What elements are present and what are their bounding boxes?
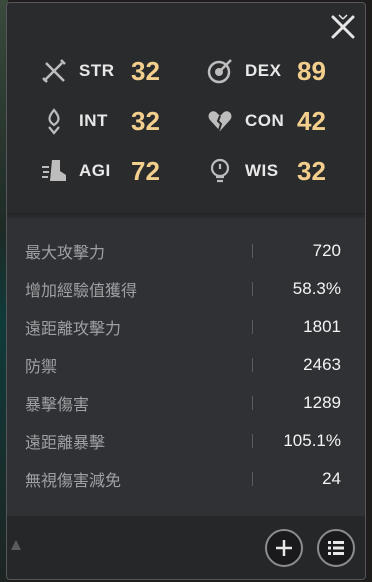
stat-label: 暴擊傷害 <box>25 395 90 414</box>
attribute-value: 32 <box>131 105 160 136</box>
panel-footer <box>7 516 365 579</box>
boot-icon <box>37 154 71 188</box>
attribute-str[interactable]: STR 32 <box>37 49 197 93</box>
stat-value: 24 <box>322 469 341 488</box>
list-icon <box>328 541 344 555</box>
attribute-label: STR <box>79 61 115 80</box>
stat-label: 遠距離暴擊 <box>25 433 106 452</box>
stat-row: 遠距離暴擊 105.1% <box>7 422 365 460</box>
stat-label: 防禦 <box>25 357 58 376</box>
stat-row: 暴擊傷害 1289 <box>7 384 365 422</box>
attribute-value: 89 <box>297 55 326 86</box>
stat-separator <box>252 434 253 448</box>
stat-separator <box>252 320 253 334</box>
stat-value: 720 <box>312 241 341 260</box>
stat-row: 遠距離攻擊力 1801 <box>7 308 365 346</box>
stat-label: 無視傷害減免 <box>25 471 122 490</box>
attribute-value: 72 <box>131 155 160 186</box>
stat-row: 無視傷害減免 24 <box>7 460 365 498</box>
attribute-agi[interactable]: AGI 72 <box>37 149 197 193</box>
attribute-con[interactable]: CON 42 <box>203 99 363 143</box>
attribute-label: DEX <box>245 61 282 80</box>
close-icon <box>331 14 355 39</box>
stat-row: 防禦 2463 <box>7 346 365 384</box>
stat-value: 2463 <box>303 355 341 374</box>
stat-separator <box>252 282 253 296</box>
attribute-label: CON <box>245 111 285 130</box>
attribute-label: INT <box>79 111 108 130</box>
stat-label: 遠距離攻擊力 <box>25 319 122 338</box>
attribute-wis[interactable]: WIS 32 <box>203 149 363 193</box>
stat-row: 增加經驗值獲得 58.3% <box>7 270 365 308</box>
sword-icon <box>37 54 71 88</box>
attribute-grid: STR 32 DEX 89 INT 32 CON 42 AGI 72 WIS 3… <box>7 43 365 203</box>
faded-icon <box>11 540 21 550</box>
list-button[interactable] <box>317 529 355 567</box>
stat-separator <box>252 396 253 410</box>
bulb-icon <box>203 154 237 188</box>
target-icon <box>203 54 237 88</box>
flame-icon <box>37 104 71 138</box>
stats-list: 最大攻擊力 720 增加經驗值獲得 58.3% 遠距離攻擊力 1801 防禦 2… <box>7 218 365 516</box>
attribute-value: 32 <box>297 155 326 186</box>
attribute-label: WIS <box>245 161 279 180</box>
stat-separator <box>252 244 253 258</box>
attribute-value: 32 <box>131 55 160 86</box>
add-button[interactable] <box>265 529 303 567</box>
stat-row: 最大攻擊力 720 <box>7 232 365 270</box>
stat-value: 1289 <box>303 393 341 412</box>
attribute-value: 42 <box>297 105 326 136</box>
stat-label: 最大攻擊力 <box>25 243 106 262</box>
stat-separator <box>252 358 253 372</box>
stat-value: 105.1% <box>283 431 341 450</box>
attribute-int[interactable]: INT 32 <box>37 99 197 143</box>
stat-value: 58.3% <box>292 279 341 298</box>
stat-value: 1801 <box>303 317 341 336</box>
attribute-dex[interactable]: DEX 89 <box>203 49 363 93</box>
stat-separator <box>252 472 253 486</box>
stats-panel: STR 32 DEX 89 INT 32 CON 42 AGI 72 WIS 3… <box>6 2 366 580</box>
heart-icon <box>203 104 237 138</box>
attribute-label: AGI <box>79 161 111 180</box>
stat-label: 增加經驗值獲得 <box>25 281 138 300</box>
close-button[interactable] <box>329 13 357 41</box>
plus-icon <box>276 540 292 556</box>
